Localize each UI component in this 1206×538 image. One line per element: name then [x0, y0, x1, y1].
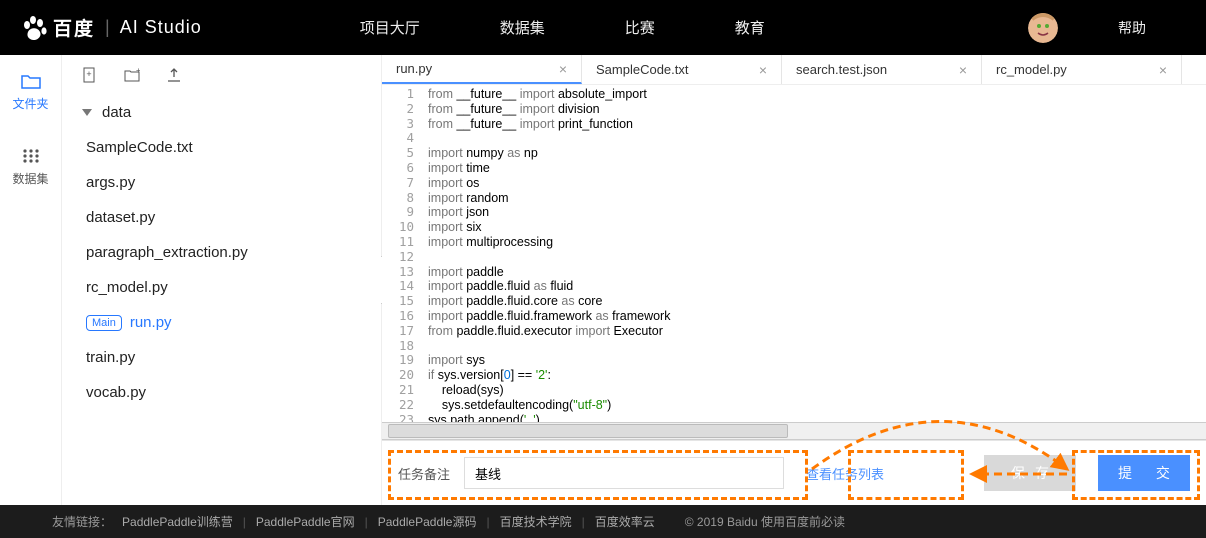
nav-education[interactable]: 教育 [735, 17, 765, 38]
rail-files[interactable]: 文件夹 [0, 55, 61, 130]
editor-tab[interactable]: run.py× [382, 55, 582, 84]
left-rail: 文件夹 数据集 [0, 55, 62, 505]
tree-toolbar: + + [62, 55, 381, 95]
close-icon[interactable]: × [559, 61, 567, 77]
nav-projects[interactable]: 项目大厅 [360, 17, 420, 38]
footer: 友情链接： PaddlePaddle训练营|PaddlePaddle官网|Pad… [0, 505, 1206, 538]
tree-file-active[interactable]: Mainrun.py [82, 305, 381, 340]
help-link[interactable]: 帮助 [1118, 18, 1146, 38]
nav-competitions[interactable]: 比赛 [625, 17, 655, 38]
editor-tab[interactable]: SampleCode.txt× [582, 55, 782, 84]
tree-file[interactable]: train.py [82, 340, 381, 375]
horizontal-scrollbar[interactable] [382, 422, 1206, 440]
folder-icon [21, 73, 41, 89]
submit-button[interactable]: 提 交 [1098, 455, 1190, 491]
editor-pane: ◀ run.py×SampleCode.txt×search.test.json… [382, 55, 1206, 505]
footer-link[interactable]: 百度技术学院 [500, 515, 572, 529]
brand-text: 百度 [53, 14, 95, 41]
editor-tab[interactable]: rc_model.py× [982, 55, 1182, 84]
footer-link[interactable]: 百度效率云 [595, 515, 655, 529]
studio-text: AI Studio [120, 17, 202, 38]
baidu-paw-icon [18, 12, 50, 44]
avatar[interactable] [1028, 13, 1058, 43]
main-nav: 项目大厅 数据集 比赛 教育 [220, 17, 1028, 38]
close-icon[interactable]: × [1159, 62, 1167, 78]
view-tasks-link[interactable]: 查看任务列表 [806, 464, 884, 483]
save-button[interactable]: 保存 [984, 455, 1076, 491]
code-content: from __future__ import absolute_import f… [422, 85, 1206, 422]
footer-copyright: © 2019 Baidu 使用百度前必读 [685, 513, 845, 530]
close-icon[interactable]: × [959, 62, 967, 78]
tree-file[interactable]: paragraph_extraction.py [82, 235, 381, 270]
editor-tabs: run.py×SampleCode.txt×search.test.json×r… [382, 55, 1206, 85]
close-icon[interactable]: × [759, 62, 767, 78]
footer-link[interactable]: PaddlePaddle源码 [378, 515, 477, 529]
remark-label: 任务备注 [398, 464, 450, 483]
editor-tab[interactable]: search.test.json× [782, 55, 982, 84]
footer-link[interactable]: PaddlePaddle训练营 [122, 515, 233, 529]
logo[interactable]: 百度 | AI Studio [0, 0, 220, 55]
tree-file[interactable]: args.py [82, 165, 381, 200]
grid-icon [21, 148, 41, 164]
svg-text:+: + [86, 69, 91, 79]
rail-datasets[interactable]: 数据集 [0, 130, 61, 205]
new-file-icon[interactable]: + [82, 67, 98, 83]
svg-text:+: + [136, 67, 140, 75]
tree-file[interactable]: dataset.py [82, 200, 381, 235]
top-nav: 百度 | AI Studio 项目大厅 数据集 比赛 教育 帮助 [0, 0, 1206, 55]
tree-file[interactable]: vocab.py [82, 375, 381, 410]
footer-link[interactable]: PaddlePaddle官网 [256, 515, 355, 529]
tree-file[interactable]: SampleCode.txt [82, 130, 381, 165]
tree-dir[interactable]: data [82, 95, 381, 130]
nav-datasets[interactable]: 数据集 [500, 17, 545, 38]
code-view[interactable]: 1 2 3 4 5 6 7 8 9 10 11 12 13 14 15 16 1… [382, 85, 1206, 422]
action-bar: 任务备注 查看任务列表 保存 提 交 [382, 440, 1206, 505]
tree-file[interactable]: rc_model.py [82, 270, 381, 305]
remark-input[interactable] [464, 457, 784, 489]
footer-label: 友情链接： [52, 513, 112, 530]
new-folder-icon[interactable]: + [124, 67, 140, 83]
upload-icon[interactable] [166, 67, 182, 83]
line-gutter: 1 2 3 4 5 6 7 8 9 10 11 12 13 14 15 16 1… [382, 85, 422, 422]
file-tree: + + dataSampleCode.txtargs.pydataset.pyp… [62, 55, 382, 505]
divider: | [105, 17, 110, 38]
